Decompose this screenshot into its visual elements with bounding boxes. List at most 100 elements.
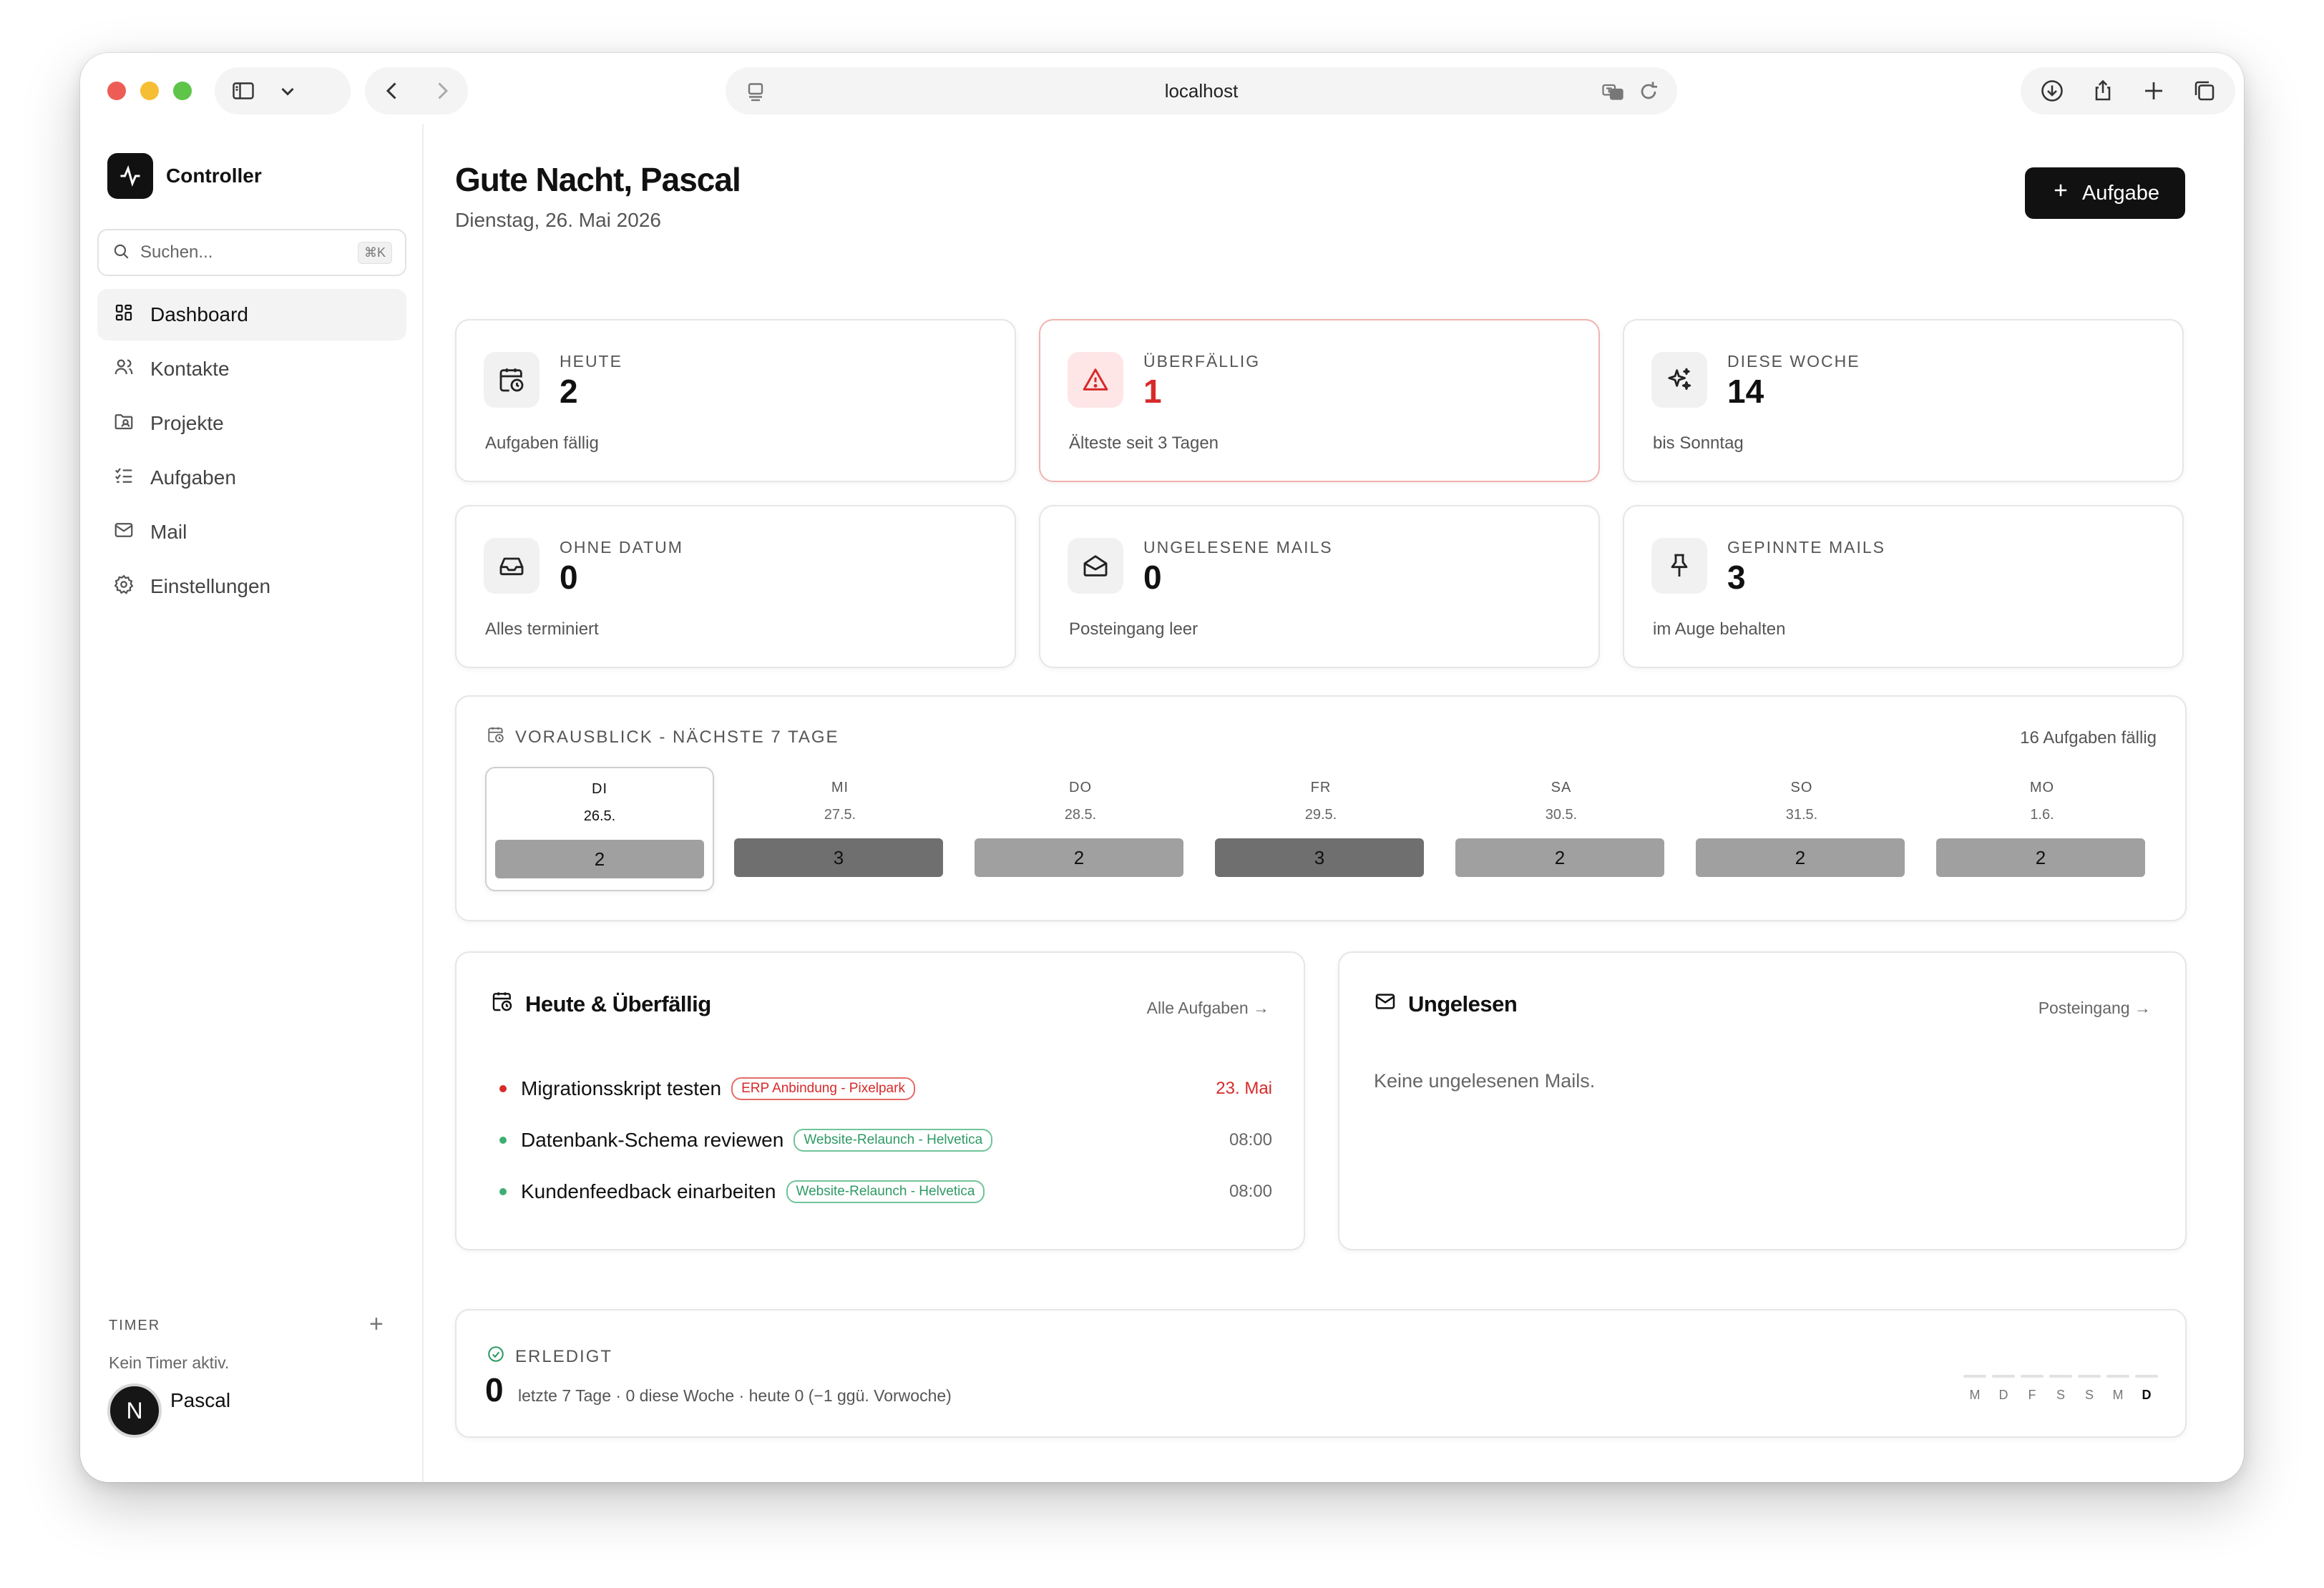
timer-label: TIMER <box>109 1318 161 1333</box>
stat-card-today[interactable]: HEUTE 2 Aufgaben fällig <box>455 319 1016 482</box>
task-row[interactable]: Datenbank-Schema reviewen Website-Relaun… <box>499 1126 1272 1155</box>
mails-panel-title: Ungelesen <box>1408 991 1518 1016</box>
sparkline-bar <box>2078 1375 2101 1378</box>
inbox-link[interactable]: Posteingang → <box>2039 999 2151 1018</box>
user-profile[interactable]: N Pascal <box>107 1383 230 1438</box>
forward-icon[interactable] <box>426 75 458 107</box>
sparkline-bar <box>2135 1375 2158 1378</box>
brand-name: Controller <box>166 165 262 187</box>
inbox-icon <box>484 538 540 594</box>
sidebar-item-label: Projekte <box>150 412 224 434</box>
project-tag[interactable]: Website-Relaunch - Helvetica <box>786 1180 985 1203</box>
sparkline-bar <box>2049 1375 2072 1378</box>
sparkline-day: D <box>2135 1375 2158 1403</box>
stat-card-unread-mails[interactable]: UNGELESENE MAILS 0 Posteingang leer <box>1039 505 1600 668</box>
tasks-icon <box>113 465 135 491</box>
stat-label: GEPINNTE MAILS <box>1727 538 1885 557</box>
day-date: 28.5. <box>1064 807 1097 823</box>
sparkline-day-label: D <box>2142 1388 2152 1402</box>
task-due: 08:00 <box>1229 1130 1272 1150</box>
completed-sparkline: M D F S S M D <box>1963 1375 2158 1403</box>
task-due: 23. Mai <box>1216 1079 1272 1098</box>
stat-label: UNGELESENE MAILS <box>1143 538 1333 557</box>
stat-subtitle: Posteingang leer <box>1069 619 1198 639</box>
day-column[interactable]: MO 1.6. 2 <box>1928 767 2157 891</box>
sidebar-item-projects[interactable]: Projekte <box>97 398 406 449</box>
add-timer-button[interactable]: + <box>369 1310 384 1338</box>
project-tag[interactable]: ERP Anbindung - Pixelpark <box>731 1077 915 1100</box>
day-name: SO <box>1790 780 1813 795</box>
browser-window: localhost Controller Suchen... ⌘K Dashbo… <box>80 53 2244 1482</box>
day-count-bar: 2 <box>1455 838 1664 877</box>
sparkline-bar <box>1992 1375 2015 1378</box>
translate-icon[interactable] <box>1597 76 1629 107</box>
sparkline-day: M <box>2106 1375 2129 1403</box>
close-window-button[interactable] <box>107 82 126 100</box>
sidebar-item-dashboard[interactable]: Dashboard <box>97 289 406 340</box>
sidebar-item-label: Aufgaben <box>150 466 236 489</box>
page-menu-icon[interactable] <box>740 76 771 107</box>
task-name: Migrationsskript testen <box>521 1077 722 1099</box>
zoom-window-button[interactable] <box>173 82 192 100</box>
stat-card-overdue[interactable]: ÜBERFÄLLIG 1 Älteste seit 3 Tagen <box>1039 319 1600 482</box>
day-count-bar: 3 <box>1215 838 1424 877</box>
sparkline-day-label: S <box>2056 1388 2065 1402</box>
task-row[interactable]: Migrationsskript testen ERP Anbindung - … <box>499 1074 1272 1103</box>
all-tasks-link[interactable]: Alle Aufgaben → <box>1147 999 1269 1018</box>
dashboard-icon <box>113 302 135 328</box>
user-name: Pascal <box>170 1389 231 1411</box>
day-count-bar: 2 <box>1696 838 1905 877</box>
sparkline-bar <box>2021 1375 2044 1378</box>
day-column[interactable]: MI 27.5. 3 <box>726 767 954 891</box>
stat-card-no-date[interactable]: OHNE DATUM 0 Alles terminiert <box>455 505 1016 668</box>
search-input[interactable]: Suchen... ⌘K <box>97 229 406 276</box>
back-icon[interactable] <box>376 75 408 107</box>
brand[interactable]: Controller <box>107 153 262 199</box>
sparkline-day-label: D <box>1998 1388 2008 1402</box>
address-bar[interactable]: localhost <box>726 67 1677 114</box>
stat-subtitle: Älteste seit 3 Tagen <box>1069 433 1219 453</box>
stat-subtitle: Aufgaben fällig <box>485 433 599 453</box>
sidebar-item-contacts[interactable]: Kontakte <box>97 343 406 395</box>
mail-icon <box>113 519 135 546</box>
stat-value: 1 <box>1143 373 1162 410</box>
sidebar-item-mail[interactable]: Mail <box>97 506 406 558</box>
day-column[interactable]: SA 30.5. 2 <box>1447 767 1676 891</box>
calendar-clock-icon <box>484 352 540 408</box>
sparkline-day: S <box>2049 1375 2072 1403</box>
project-tag[interactable]: Website-Relaunch - Helvetica <box>794 1129 993 1152</box>
tasks-panel-header: Heute & Überfällig <box>491 990 711 1019</box>
sidebar-toggle-icon[interactable] <box>228 75 259 107</box>
new-tab-icon[interactable] <box>2138 75 2169 107</box>
tab-overview-icon[interactable] <box>2189 75 2220 107</box>
download-icon[interactable] <box>2036 75 2068 107</box>
stat-subtitle: bis Sonntag <box>1653 433 1744 453</box>
day-column[interactable]: SO 31.5. 2 <box>1687 767 1916 891</box>
stat-subtitle: im Auge behalten <box>1653 619 1786 639</box>
reload-icon[interactable] <box>1633 76 1664 107</box>
stat-card-pinned-mails[interactable]: GEPINNTE MAILS 3 im Auge behalten <box>1623 505 2184 668</box>
day-column[interactable]: DI 26.5. 2 <box>485 767 714 891</box>
minimize-window-button[interactable] <box>140 82 159 100</box>
page-title: Gute Nacht, Pascal <box>455 161 741 198</box>
day-count-bar: 2 <box>495 840 704 878</box>
stat-value: 2 <box>560 373 578 410</box>
tasks-panel: Heute & Überfällig Alle Aufgaben → Migra… <box>455 951 1305 1250</box>
day-column[interactable]: FR 29.5. 3 <box>1206 767 1435 891</box>
stat-label: OHNE DATUM <box>560 538 683 557</box>
share-icon[interactable] <box>2087 75 2119 107</box>
add-task-button[interactable]: Aufgabe <box>2025 167 2185 219</box>
sparkline-day-label: M <box>1969 1388 1981 1402</box>
task-due: 08:00 <box>1229 1182 1272 1201</box>
day-column[interactable]: DO 28.5. 2 <box>966 767 1195 891</box>
task-row[interactable]: Kundenfeedback einarbeiten Website-Relau… <box>499 1177 1272 1206</box>
sidebar-item-tasks[interactable]: Aufgaben <box>97 452 406 504</box>
outlook-count: 16 Aufgaben fällig <box>2020 728 2157 748</box>
stat-card-this-week[interactable]: DIESE WOCHE 14 bis Sonntag <box>1623 319 2184 482</box>
chevron-down-icon[interactable] <box>272 75 303 107</box>
day-count-bar: 2 <box>975 838 1183 877</box>
status-dot <box>499 1085 507 1092</box>
sidebar-item-label: Einstellungen <box>150 575 271 597</box>
stat-subtitle: Alles terminiert <box>485 619 599 639</box>
sidebar-item-settings[interactable]: Einstellungen <box>97 561 406 612</box>
